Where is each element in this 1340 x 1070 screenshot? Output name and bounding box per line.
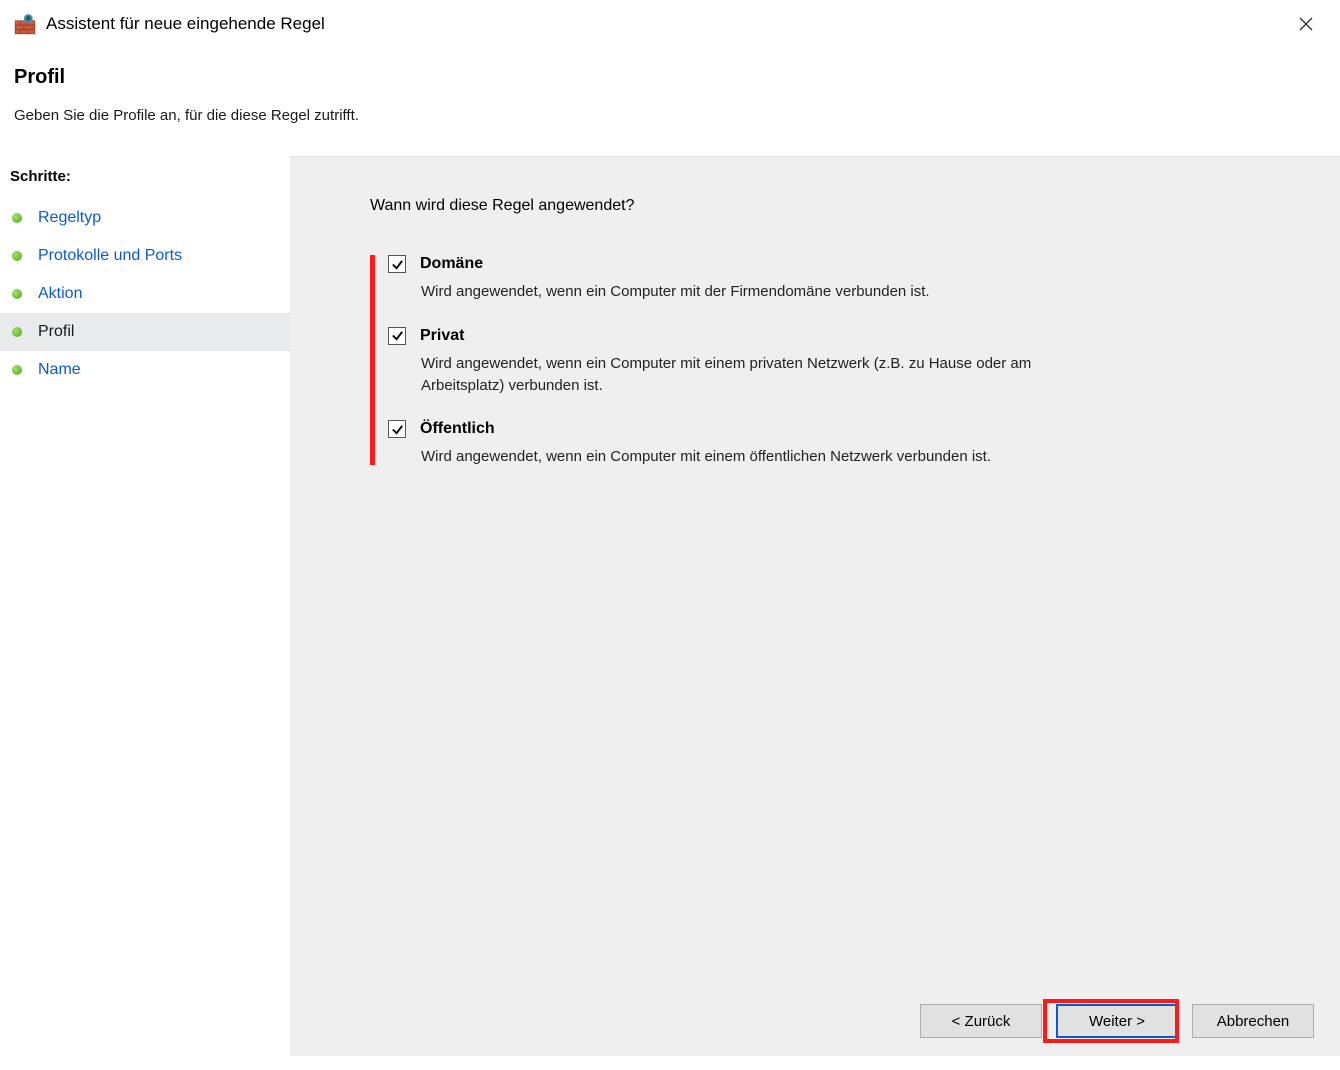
page-description: Geben Sie die Profile an, für die diese … bbox=[14, 107, 1326, 124]
option-label: Privat bbox=[420, 327, 464, 345]
bullet-icon bbox=[12, 327, 22, 337]
step-label: Regeltyp bbox=[38, 209, 101, 227]
step-label: Aktion bbox=[38, 285, 82, 303]
wizard-buttons: < Zurück Weiter > Abbrechen bbox=[920, 1004, 1314, 1038]
option-domaene: Domäne Wird angewendet, wenn ein Compute… bbox=[388, 255, 1304, 303]
step-label: Protokolle und Ports bbox=[38, 247, 182, 265]
steps-sidebar: Schritte: Regeltyp Protokolle und Ports … bbox=[0, 156, 290, 1056]
option-label: Domäne bbox=[420, 255, 483, 273]
option-label: Öffentlich bbox=[420, 420, 495, 438]
bullet-icon bbox=[12, 365, 22, 375]
checkbox-domaene[interactable] bbox=[388, 255, 406, 273]
check-icon bbox=[391, 423, 404, 436]
cancel-button[interactable]: Abbrechen bbox=[1192, 1004, 1314, 1038]
back-button[interactable]: < Zurück bbox=[920, 1004, 1042, 1038]
wizard-header: Profil Geben Sie die Profile an, für die… bbox=[0, 48, 1340, 134]
option-privat: Privat Wird angewendet, wenn ein Compute… bbox=[388, 327, 1304, 397]
option-oeffentlich: Öffentlich Wird angewendet, wenn ein Com… bbox=[388, 420, 1304, 468]
page-title: Profil bbox=[14, 66, 1326, 89]
bullet-icon bbox=[12, 289, 22, 299]
bullet-icon bbox=[12, 213, 22, 223]
profile-options: Domäne Wird angewendet, wenn ein Compute… bbox=[370, 255, 1304, 468]
step-label: Profil bbox=[38, 323, 74, 341]
option-description: Wird angewendet, wenn ein Computer mit d… bbox=[421, 281, 1101, 303]
check-icon bbox=[391, 329, 404, 342]
step-protokolle-und-ports[interactable]: Protokolle und Ports bbox=[0, 237, 290, 275]
step-label: Name bbox=[38, 361, 81, 379]
step-name[interactable]: Name bbox=[0, 351, 290, 389]
option-description: Wird angewendet, wenn ein Computer mit e… bbox=[421, 353, 1101, 397]
option-description: Wird angewendet, wenn ein Computer mit e… bbox=[421, 446, 1101, 468]
main-panel: Wann wird diese Regel angewendet? Domäne… bbox=[290, 156, 1340, 1056]
titlebar: Assistent für neue eingehende Regel bbox=[0, 0, 1340, 48]
close-icon bbox=[1299, 17, 1313, 31]
steps-title: Schritte: bbox=[0, 168, 290, 199]
question-text: Wann wird diese Regel angewendet? bbox=[370, 197, 1304, 215]
bullet-icon bbox=[12, 251, 22, 261]
step-profil[interactable]: Profil bbox=[0, 313, 290, 351]
next-button[interactable]: Weiter > bbox=[1056, 1004, 1178, 1038]
window-title: Assistent für neue eingehende Regel bbox=[46, 14, 1286, 34]
annotation-highlight-bar bbox=[370, 255, 375, 465]
close-button[interactable] bbox=[1286, 9, 1326, 39]
check-icon bbox=[391, 258, 404, 271]
firewall-icon bbox=[14, 13, 36, 35]
checkbox-privat[interactable] bbox=[388, 327, 406, 345]
step-aktion[interactable]: Aktion bbox=[0, 275, 290, 313]
step-regeltyp[interactable]: Regeltyp bbox=[0, 199, 290, 237]
checkbox-oeffentlich[interactable] bbox=[388, 420, 406, 438]
